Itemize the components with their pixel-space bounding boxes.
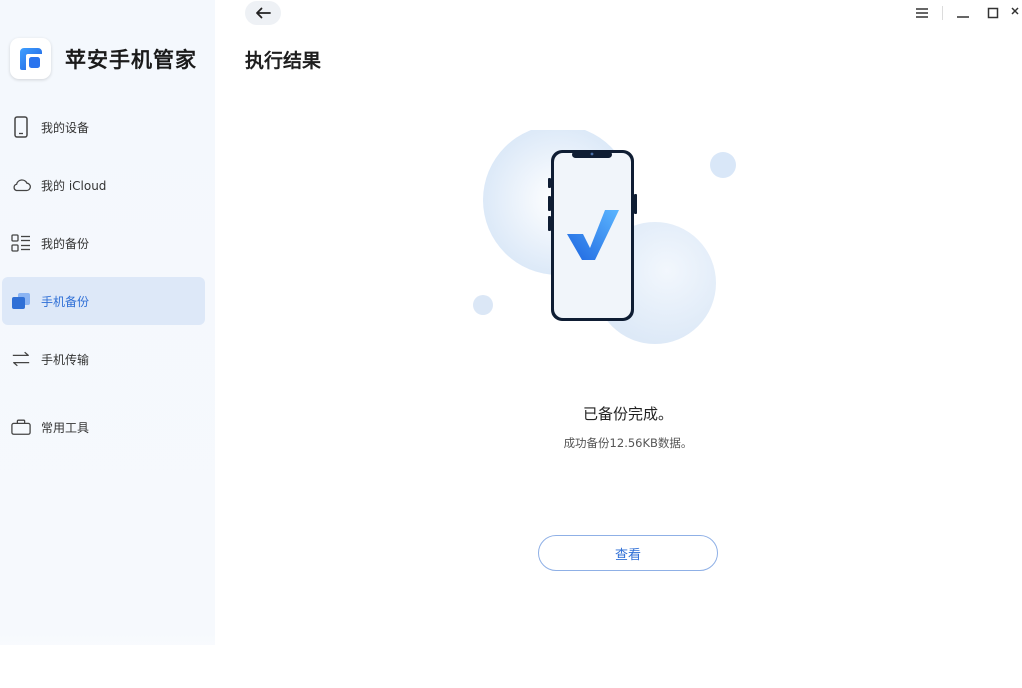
close-button[interactable] xyxy=(1008,0,1022,26)
sidebar-item-label: 手机传输 xyxy=(41,352,90,367)
app-logo-icon xyxy=(10,38,51,79)
minimize-icon xyxy=(956,4,970,23)
sidebar-item-phone-backup[interactable]: 手机备份 xyxy=(2,277,205,325)
result-title: 已备份完成。 xyxy=(582,405,673,423)
sidebar-item-my-backup[interactable]: 我的备份 xyxy=(2,219,205,267)
sidebar-item-label: 我的设备 xyxy=(41,120,90,135)
sidebar-item-label: 手机备份 xyxy=(41,294,90,309)
sidebar-item-label: 常用工具 xyxy=(41,420,90,435)
brand: 苹安手机管家 xyxy=(10,38,197,79)
sidebar-item-label: 我的备份 xyxy=(41,236,90,251)
back-button[interactable] xyxy=(245,1,281,25)
phone-illustration xyxy=(548,150,637,321)
maximize-icon xyxy=(987,4,999,23)
menu-icon xyxy=(915,4,929,23)
close-icon xyxy=(1011,4,1019,23)
sidebar-item-phone-transfer[interactable]: 手机传输 xyxy=(2,335,205,383)
cloud-icon xyxy=(11,174,31,196)
minimize-button[interactable] xyxy=(948,0,978,26)
sidebar-item-tools[interactable]: 常用工具 xyxy=(2,403,205,451)
decorative-bubble xyxy=(473,295,493,315)
sidebar-item-label: 我的 iCloud xyxy=(41,178,107,193)
toolbox-icon xyxy=(11,416,31,438)
page-title: 执行结果 xyxy=(245,50,322,72)
phone-backup-icon xyxy=(11,290,31,312)
sidebar: 苹安手机管家 我的设备 我的 iCloud 我的备份 手机备份 手机传输 常用工… xyxy=(0,0,215,688)
phone-outline-icon xyxy=(11,116,31,138)
arrow-left-icon xyxy=(255,4,271,23)
transfer-arrows-icon xyxy=(11,348,31,370)
view-button[interactable]: 查看 xyxy=(538,535,718,571)
app-name: 苹安手机管家 xyxy=(65,47,197,72)
maximize-button[interactable] xyxy=(978,0,1008,26)
backup-complete-illustration xyxy=(465,125,755,350)
list-grid-icon xyxy=(11,232,31,254)
result-detail: 成功备份12.56KB数据。 xyxy=(563,436,693,450)
window-controls xyxy=(907,0,1022,26)
sidebar-item-my-device[interactable]: 我的设备 xyxy=(2,103,205,151)
sidebar-item-my-icloud[interactable]: 我的 iCloud xyxy=(2,161,205,209)
divider xyxy=(942,6,943,20)
main-panel: 执行结果 已备份完成。 成功备份12.56KB数据。 查看 xyxy=(215,0,1022,688)
menu-button[interactable] xyxy=(907,0,937,26)
